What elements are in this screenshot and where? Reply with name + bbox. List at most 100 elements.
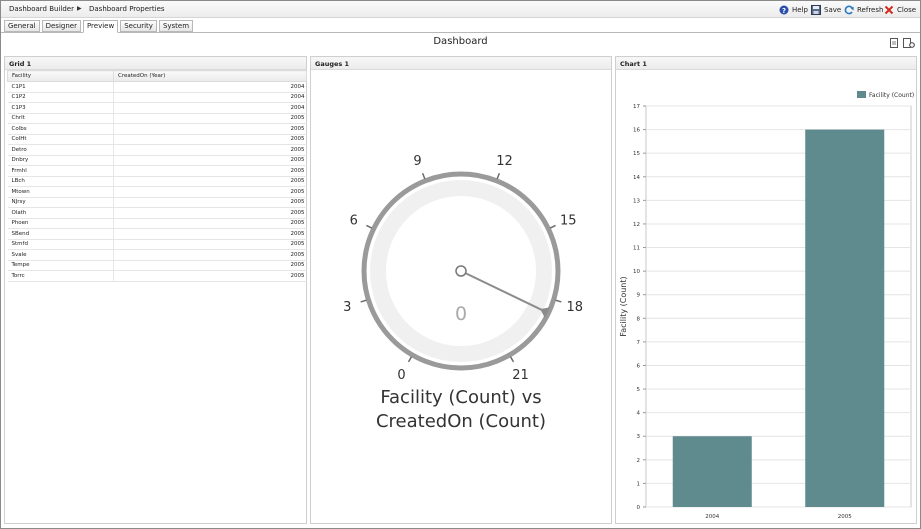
facility-cell: Chrlt [7, 113, 114, 124]
createdon-year-cell: 2005 [113, 186, 307, 198]
refresh-button[interactable]: Refresh [844, 4, 883, 15]
bar-2005 [805, 129, 885, 507]
y-tick-label: 2 [637, 458, 641, 464]
tab-system[interactable]: System [158, 20, 194, 32]
grid-panel-title: Grid 1 [5, 57, 306, 70]
settings-icon[interactable] [903, 38, 915, 48]
y-tick-label: 9 [637, 293, 641, 299]
y-tick-label: 7 [637, 340, 641, 346]
gauge-panel: Gauges 1 0 3 6 9 12 15 18 21 0 Facility (Count) v… [310, 56, 612, 524]
grid-panel: Grid 1 Facility CreatedOn (Year) C1P1 200… [4, 56, 307, 524]
facility-cell: Torrc [7, 270, 114, 282]
table-row[interactable]: Svale 2005 [7, 249, 307, 261]
facility-cell: Colbs [7, 123, 114, 135]
gauge-tick [509, 356, 515, 363]
facility-cell: NJrsy [7, 197, 114, 208]
table-row[interactable]: Colbs 2005 [7, 123, 307, 135]
column-header-createdon-year[interactable]: CreatedOn (Year) [113, 70, 307, 82]
gauge-needle [460, 270, 543, 311]
table-row[interactable]: LBch 2005 [7, 176, 307, 187]
close-button[interactable]: Close [884, 4, 916, 15]
help-button[interactable]: ? Help [779, 4, 808, 15]
close-icon [884, 5, 894, 15]
breadcrumb-dashboard-properties[interactable]: Dashboard Properties [89, 5, 165, 13]
y-tick-label: 1 [637, 481, 641, 487]
gauge-tick-label: 6 [350, 213, 358, 228]
table-row[interactable]: C1P3 2004 [7, 102, 307, 114]
gauge-pivot [455, 265, 467, 277]
y-tick-label: 14 [633, 175, 640, 181]
facility-cell: C1P3 [7, 102, 114, 114]
gauge-tick-label: 18 [566, 300, 583, 315]
table-row[interactable]: Detro 2005 [7, 144, 307, 156]
createdon-year-cell: 2004 [113, 102, 307, 114]
facility-cell: Svale [7, 249, 114, 261]
table-row[interactable]: ColHt 2005 [7, 134, 307, 145]
y-tick-label: 6 [637, 363, 641, 369]
chart-panel: Chart 1 0 1 2 3 4 5 6 7 8 9 10 11 12 13 14 15 16 17 2004 20… [615, 56, 917, 524]
createdon-year-cell: 2005 [113, 207, 307, 219]
gauge-tick [549, 224, 556, 229]
table-row[interactable]: C1P2 2004 [7, 92, 307, 103]
grid-header-row: Facility CreatedOn (Year) [7, 70, 307, 82]
table-row[interactable]: Phoen 2005 [7, 218, 307, 229]
createdon-year-cell: 2005 [113, 113, 307, 124]
table-row[interactable]: NJrsy 2005 [7, 197, 307, 208]
gauge-tick-label: 21 [512, 368, 529, 383]
table-row[interactable]: Torrc 2005 [7, 270, 307, 282]
createdon-year-cell: 2004 [113, 81, 307, 93]
gauge-value: 0 [455, 303, 467, 325]
y-tick-label: 16 [633, 128, 640, 134]
table-row[interactable]: SBend 2005 [7, 228, 307, 240]
facility-cell: SBend [7, 228, 114, 240]
table-row[interactable]: Chrlt 2005 [7, 113, 307, 124]
createdon-year-cell: 2005 [113, 155, 307, 166]
column-header-facility[interactable]: Facility [7, 70, 114, 82]
refresh-icon [844, 5, 854, 15]
tab-security[interactable]: Security [120, 20, 157, 32]
y-tick-label: 17 [633, 104, 640, 110]
y-tick-label: 0 [637, 505, 641, 511]
table-row[interactable]: Stmfd 2005 [7, 239, 307, 250]
tab-designer[interactable]: Designer [41, 20, 81, 32]
y-tick-label: 11 [633, 246, 640, 252]
gauge-tick-label: 15 [560, 213, 577, 228]
export-icon[interactable] [889, 38, 899, 48]
createdon-year-cell: 2005 [113, 197, 307, 208]
y-axis-label: Facility (Count) [619, 276, 628, 336]
gauge-tick-label: 9 [413, 154, 421, 169]
facility-cell: Detro [7, 144, 114, 156]
y-tick-label: 3 [637, 434, 641, 440]
tab-general[interactable]: General [4, 20, 40, 32]
tab-preview[interactable]: Preview [82, 20, 119, 33]
gauge-tick-label: 0 [397, 368, 405, 383]
gauge: 0 3 6 9 12 15 18 21 0 Facility (Count) vs CreatedO… [343, 154, 583, 432]
chevron-right-icon: ▶ [77, 5, 82, 12]
facility-cell: Tempe [7, 260, 114, 271]
dashboard-title: Dashboard [433, 36, 488, 47]
x-tick-label: 2005 [838, 514, 852, 520]
gauge-tick [555, 299, 562, 303]
facility-cell: Olath [7, 207, 114, 219]
y-tick-label: 15 [633, 151, 640, 157]
table-row[interactable]: Tempe 2005 [7, 260, 307, 271]
facility-cell: Frmhl [7, 165, 114, 177]
grid-table: Facility CreatedOn (Year) C1P1 2004 C1P2 20… [7, 70, 307, 282]
createdon-year-cell: 2005 [113, 134, 307, 145]
table-row[interactable]: Mtown 2005 [7, 186, 307, 198]
gauge-caption: Facility (Count) vs [380, 387, 541, 408]
table-row[interactable]: Dnbry 2005 [7, 155, 307, 166]
table-row[interactable]: Frmhl 2005 [7, 165, 307, 177]
legend-label: Facility (Count) [869, 92, 914, 99]
facility-cell: LBch [7, 176, 114, 187]
y-tick-label: 4 [637, 411, 641, 417]
createdon-year-cell: 2005 [113, 176, 307, 187]
createdon-year-cell: 2005 [113, 260, 307, 271]
save-button[interactable]: Save [811, 4, 841, 15]
table-row[interactable]: Olath 2005 [7, 207, 307, 219]
facility-cell: ColHt [7, 134, 114, 145]
table-row[interactable]: C1P1 2004 [7, 81, 307, 93]
svg-text:?: ? [782, 6, 786, 14]
y-tick-label: 10 [633, 269, 640, 275]
breadcrumb-dashboard-builder[interactable]: Dashboard Builder [9, 5, 74, 13]
